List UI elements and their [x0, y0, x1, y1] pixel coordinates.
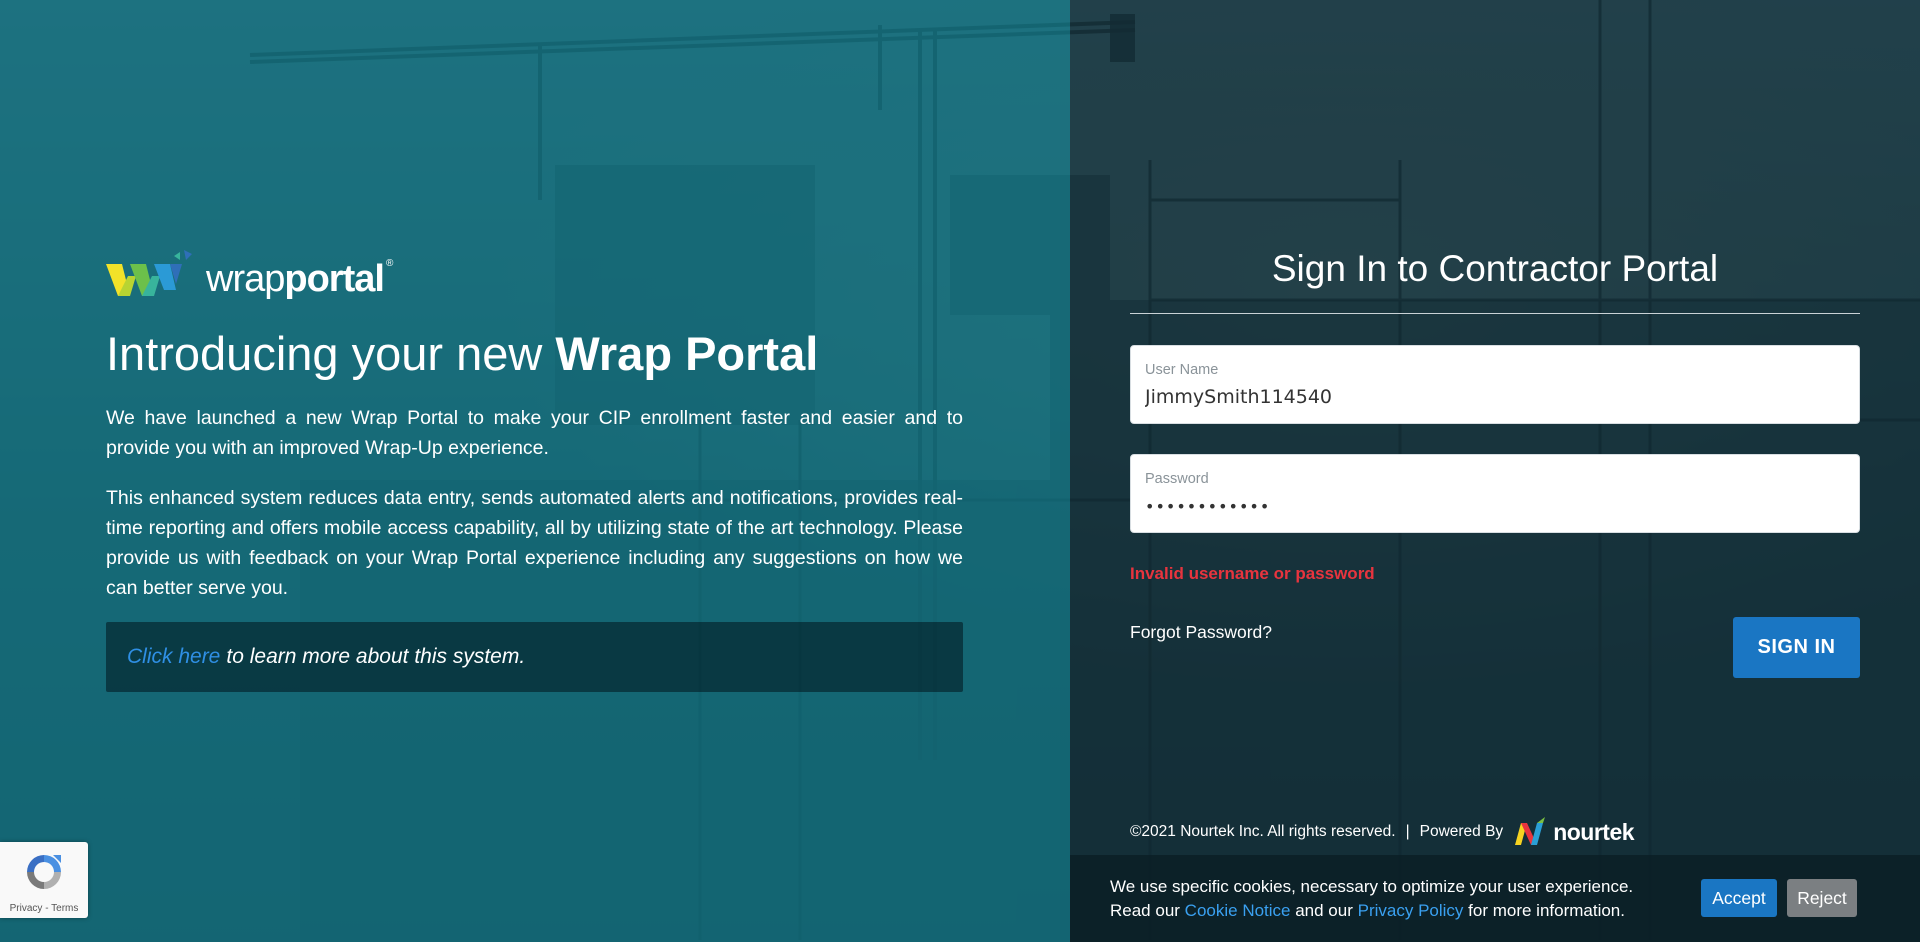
learn-more-box: Click here to learn more about this syst…: [106, 622, 963, 692]
cookie-message: We use specific cookies, necessary to op…: [1110, 875, 1633, 923]
recaptcha-separator: -: [42, 903, 52, 914]
cookie-banner: We use specific cookies, necessary to op…: [1070, 855, 1920, 942]
recaptcha-privacy-link[interactable]: Privacy: [10, 903, 43, 914]
learn-more-text: to learn more about this system.: [226, 645, 526, 668]
nourtek-logo-text: nourtek: [1553, 818, 1635, 845]
cookie-line-2-prefix: Read our: [1110, 901, 1185, 920]
username-input[interactable]: [1145, 382, 1835, 412]
cookie-line-1: We use specific cookies, necessary to op…: [1110, 877, 1634, 896]
password-label: Password: [1145, 471, 1209, 487]
intro-paragraph-1: We have launched a new Wrap Portal to ma…: [106, 407, 963, 459]
username-field[interactable]: User Name: [1130, 345, 1860, 424]
wrapportal-logo: wrapportal ®: [106, 250, 393, 308]
sign-in-button[interactable]: SIGN IN: [1733, 617, 1860, 678]
title-divider: [1130, 313, 1860, 314]
intro-paragraph-2: This enhanced system reduces data entry,…: [106, 487, 963, 599]
registered-mark: ®: [385, 257, 393, 269]
nourtek-logo: nourtek: [1513, 817, 1635, 847]
powered-by-text: Powered By: [1419, 823, 1504, 840]
password-input[interactable]: [1145, 491, 1835, 521]
wrapportal-logo-icon: [106, 250, 192, 296]
signin-title: Sign In to Contractor Portal: [1271, 248, 1719, 289]
footer-divider: |: [1405, 823, 1410, 840]
recaptcha-terms-link[interactable]: Terms: [51, 903, 78, 914]
headline-prefix: Introducing your new: [106, 327, 556, 380]
privacy-policy-link[interactable]: Privacy Policy: [1358, 901, 1464, 920]
intro-panel: [0, 0, 1070, 942]
nourtek-logo-icon: [1515, 817, 1546, 845]
password-field[interactable]: Password: [1130, 454, 1860, 533]
learn-more-link[interactable]: Click here: [127, 645, 220, 669]
logo-word-portal: portal: [284, 257, 385, 300]
forgot-password-link[interactable]: Forgot Password?: [1130, 622, 1272, 643]
wrapportal-logo-text: wrapportal ®: [206, 257, 393, 301]
recaptcha-icon: [27, 855, 61, 889]
recaptcha-badge[interactable]: Privacy - Terms: [0, 842, 88, 918]
headline-bold: Wrap Portal: [555, 327, 819, 380]
logo-word-wrap: wrap: [206, 257, 285, 300]
cookie-line-2-suffix: for more information.: [1463, 901, 1625, 920]
cookie-notice-link[interactable]: Cookie Notice: [1185, 901, 1291, 920]
username-label: User Name: [1145, 362, 1219, 378]
recaptcha-links: Privacy - Terms: [0, 903, 88, 914]
cookie-line-2-middle: and our: [1290, 901, 1358, 920]
footer: ©2021 Nourtek Inc. All rights reserved. …: [1130, 808, 1635, 856]
accept-cookies-button[interactable]: Accept: [1701, 879, 1777, 917]
reject-cookies-button[interactable]: Reject: [1787, 879, 1857, 917]
login-error-message: Invalid username or password: [1130, 564, 1375, 583]
intro-headline: Introducing your new Wrap Portal: [106, 326, 818, 381]
copyright-text: ©2021 Nourtek Inc. All rights reserved.: [1130, 823, 1396, 840]
